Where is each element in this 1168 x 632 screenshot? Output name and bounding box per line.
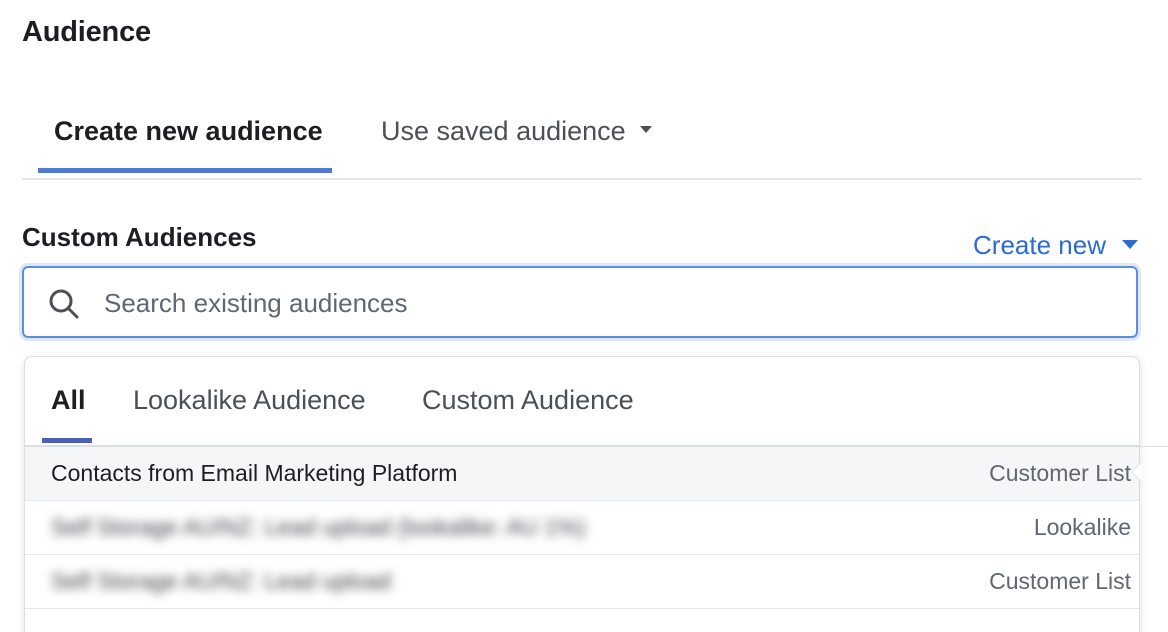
audience-mode-tabs: Create new audience Use saved audience [22, 96, 1142, 180]
tab-create-new-audience[interactable]: Create new audience [54, 116, 323, 147]
create-new-label: Create new [973, 230, 1106, 260]
audience-row[interactable]: Self Storage AU/NZ: Lead upload (lookali… [25, 501, 1139, 555]
tab-lookalike-audience[interactable]: Lookalike Audience [133, 385, 366, 416]
audience-type: Lookalike [1033, 514, 1131, 540]
caret-down-icon [1122, 239, 1138, 249]
audience-dropdown: All Lookalike Audience Custom Audience C… [24, 356, 1140, 632]
audience-panel: Audience Create new audience Use saved a… [0, 0, 1168, 632]
active-tab-indicator [38, 168, 332, 173]
search-box[interactable] [22, 266, 1138, 338]
custom-audiences-label: Custom Audiences [22, 222, 257, 252]
section-title: Audience [22, 16, 151, 48]
tab-all[interactable]: All [51, 385, 86, 416]
audience-type: Customer List [989, 568, 1131, 594]
audience-row[interactable]: Contacts from Email Marketing Platform C… [25, 447, 1139, 501]
tab-use-saved-audience[interactable]: Use saved audience [381, 116, 652, 147]
tab-label: Use saved audience [381, 116, 626, 146]
audience-filter-tabs: All Lookalike Audience Custom Audience [25, 357, 1139, 447]
tooltip-pointer [1132, 462, 1142, 482]
create-new-button[interactable]: Create new [973, 230, 1138, 261]
audience-name: Self Storage AU/NZ: Lead upload [51, 568, 392, 594]
tab-custom-audience[interactable]: Custom Audience [422, 385, 634, 416]
audience-type: Customer List [989, 460, 1131, 486]
caret-down-icon [639, 126, 652, 134]
divider [1130, 446, 1168, 447]
tab-label: Create new audience [54, 116, 323, 146]
audience-name: Self Storage AU/NZ: Lead upload (lookali… [51, 514, 586, 540]
search-icon [49, 289, 79, 319]
audience-row[interactable]: Self Storage AU/NZ: Lead upload Customer… [25, 555, 1139, 609]
search-input[interactable] [102, 278, 1106, 328]
audience-name: Contacts from Email Marketing Platform [51, 460, 458, 486]
active-tab-indicator [42, 438, 92, 443]
